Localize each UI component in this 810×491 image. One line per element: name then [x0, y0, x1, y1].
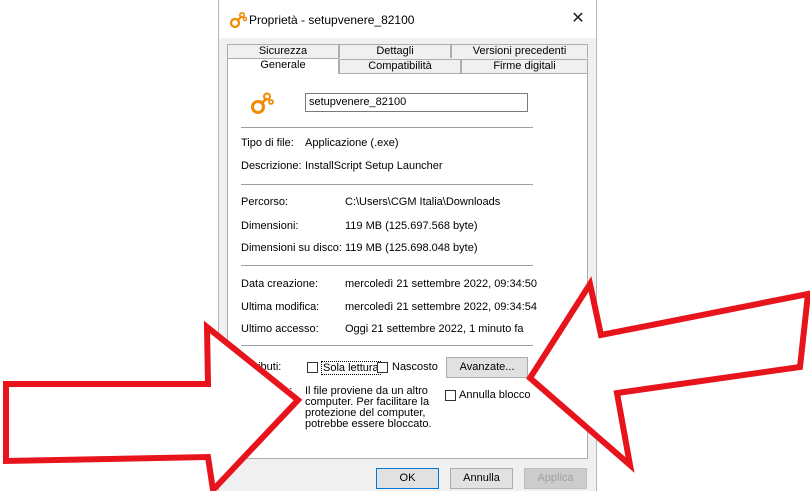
close-icon: ✕ [571, 10, 585, 27]
divider [241, 184, 533, 185]
tab-dettagli[interactable]: Dettagli [339, 44, 451, 58]
ok-button[interactable]: OK [376, 468, 439, 489]
created-label: Data creazione: [241, 278, 319, 290]
description-value: InstallScript Setup Launcher [305, 160, 443, 172]
file-name-input[interactable]: setupvenere_82100 [305, 93, 528, 112]
path-value: C:\Users\CGM Italia\Downloads [345, 196, 501, 208]
general-panel: setupvenere_82100 Tipo di file: Applicaz… [227, 73, 588, 459]
close-button[interactable]: ✕ [560, 4, 596, 34]
cancel-button[interactable]: Annulla [450, 468, 513, 489]
created-value: mercoledì 21 settembre 2022, 09:34:50 [345, 278, 538, 290]
size-value: 119 MB (125.697.568 byte) [345, 220, 478, 232]
apply-button[interactable]: Applica [524, 468, 587, 489]
unblock-checkbox[interactable] [445, 390, 456, 401]
title-bar[interactable]: Proprietà - setupvenere_82100 ✕ [219, 0, 596, 38]
size-label: Dimensioni: [241, 220, 299, 232]
tab-sicurezza[interactable]: Sicurezza [227, 44, 339, 58]
app-setup-icon [251, 92, 274, 114]
file-type-value: Applicazione (.exe) [305, 137, 399, 149]
accessed-label: Ultimo accesso: [241, 323, 319, 335]
modified-value: mercoledì 21 settembre 2022, 09:34:54 [345, 301, 538, 313]
properties-dialog: Proprietà - setupvenere_82100 ✕ Sicurezz… [218, 0, 597, 491]
divider [241, 127, 533, 128]
disk-size-value: 119 MB (125.698.048 byte) [345, 242, 478, 254]
file-type-label: Tipo di file: [241, 137, 294, 149]
security-text-line-4: potrebbe essere bloccato. [305, 418, 432, 430]
tab-versioni-precedenti[interactable]: Versioni precedenti [451, 44, 588, 58]
window-title: Proprietà - setupvenere_82100 [249, 13, 415, 27]
tab-compatibilita[interactable]: Compatibilità [339, 59, 461, 73]
tab-generale[interactable]: Generale [227, 58, 339, 74]
security-label: Sicurezza: [241, 385, 293, 397]
readonly-label[interactable]: Sola lettura [321, 361, 381, 375]
advanced-button[interactable]: Avanzate... [446, 357, 528, 378]
attributes-label: Attributi: [241, 361, 282, 373]
readonly-checkbox[interactable] [307, 362, 318, 373]
unblock-label[interactable]: Annulla blocco [459, 389, 531, 401]
modified-label: Ultima modifica: [241, 301, 320, 313]
description-label: Descrizione: [241, 160, 302, 172]
tab-firme-digitali[interactable]: Firme digitali [461, 59, 588, 73]
app-setup-icon [229, 11, 247, 29]
path-label: Percorso: [241, 196, 289, 208]
divider [241, 345, 533, 346]
disk-size-label: Dimensioni su disco: [241, 242, 342, 254]
hidden-checkbox[interactable] [377, 362, 388, 373]
accessed-value: Oggi 21 settembre 2022, 1 minuto fa [345, 323, 524, 335]
hidden-label[interactable]: Nascosto [392, 361, 438, 373]
divider [241, 265, 533, 266]
